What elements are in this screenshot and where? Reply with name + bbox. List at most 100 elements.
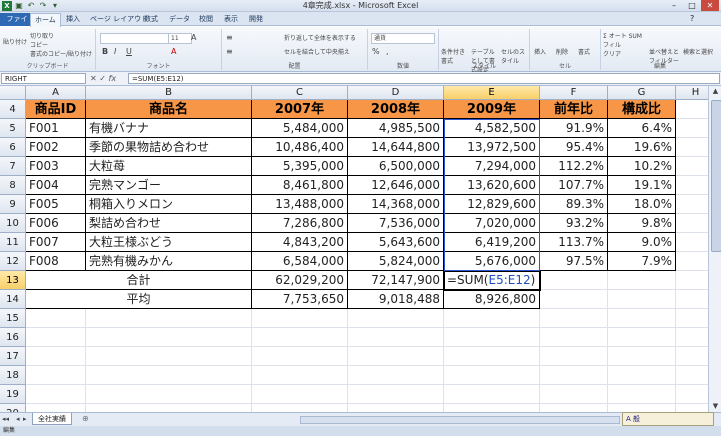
cell[interactable] xyxy=(676,309,708,328)
table-cell[interactable]: 季節の果物詰め合わせ xyxy=(86,138,252,157)
cell[interactable] xyxy=(676,119,708,138)
row-header-8[interactable]: 8 xyxy=(0,176,26,195)
column-header-a[interactable]: A xyxy=(26,86,86,100)
cell[interactable] xyxy=(444,347,540,366)
tab-insert[interactable]: 挿入 xyxy=(62,13,84,26)
paste-button[interactable]: 貼り付け xyxy=(3,37,27,46)
cell[interactable] xyxy=(444,309,540,328)
table-cell[interactable]: 10,486,400 xyxy=(252,138,348,157)
total-2009-editing[interactable]: =SUM(E5:E12) xyxy=(444,271,540,290)
cell[interactable] xyxy=(86,347,252,366)
worksheet-grid[interactable]: ABCDEFGH456789101112131415161718192021商品… xyxy=(0,86,708,412)
cell[interactable] xyxy=(676,328,708,347)
total-2007[interactable]: 62,029,200 xyxy=(252,271,348,290)
cell[interactable] xyxy=(348,366,444,385)
row-header-12[interactable]: 12 xyxy=(0,252,26,271)
table-cell[interactable]: 7,020,000 xyxy=(444,214,540,233)
find-select-button[interactable]: 検索と選択 xyxy=(683,47,713,56)
horizontal-scrollbar[interactable] xyxy=(300,416,620,424)
column-header-b[interactable]: B xyxy=(86,86,252,100)
underline-button[interactable]: U xyxy=(126,47,132,56)
row-header-19[interactable]: 19 xyxy=(0,385,26,404)
table-cell[interactable]: 5,643,600 xyxy=(348,233,444,252)
cell[interactable] xyxy=(608,385,676,404)
cell[interactable] xyxy=(676,385,708,404)
close-icon[interactable]: ✕ xyxy=(701,0,719,11)
name-box[interactable]: RIGHT xyxy=(1,73,86,84)
table-cell[interactable]: 4,843,200 xyxy=(252,233,348,252)
cell[interactable] xyxy=(676,252,708,271)
grow-font-icon[interactable]: A xyxy=(191,33,196,42)
table-cell[interactable]: 5,824,000 xyxy=(348,252,444,271)
table-cell[interactable]: 7,294,000 xyxy=(444,157,540,176)
cell[interactable] xyxy=(26,385,86,404)
column-header-d[interactable]: D xyxy=(348,86,444,100)
cell[interactable] xyxy=(608,328,676,347)
vertical-scrollbar[interactable]: ▲ ▼ xyxy=(708,86,721,412)
cancel-icon[interactable]: ✕ xyxy=(90,74,97,83)
cell[interactable] xyxy=(676,290,708,309)
cell[interactable] xyxy=(444,328,540,347)
table-cell[interactable]: F003 xyxy=(26,157,86,176)
table-header-cell[interactable]: 構成比 xyxy=(608,100,676,119)
tab-review[interactable]: 校閲 xyxy=(195,13,217,26)
table-cell[interactable]: F005 xyxy=(26,195,86,214)
merge-center-button[interactable]: セルを結合して中央揃え xyxy=(284,47,350,56)
cell[interactable] xyxy=(26,328,86,347)
cell[interactable] xyxy=(86,385,252,404)
table-cell[interactable]: 19.6% xyxy=(608,138,676,157)
row-header-13[interactable]: 13 xyxy=(0,271,26,290)
table-cell[interactable]: F002 xyxy=(26,138,86,157)
cell[interactable] xyxy=(676,347,708,366)
table-cell[interactable]: 95.4% xyxy=(540,138,608,157)
table-cell[interactable]: 4,985,500 xyxy=(348,119,444,138)
cell[interactable] xyxy=(608,404,676,412)
row-header-16[interactable]: 16 xyxy=(0,328,26,347)
scroll-down-icon[interactable]: ▼ xyxy=(709,401,721,412)
average-2009[interactable]: 8,926,800 xyxy=(444,290,540,309)
average-label[interactable]: 平均 xyxy=(26,290,252,309)
table-cell[interactable]: 113.7% xyxy=(540,233,608,252)
autosum-button[interactable]: Σ オート SUM xyxy=(603,31,642,40)
sheet-tab[interactable]: 全社実績 xyxy=(32,413,72,425)
align-left-icon[interactable]: ≡ xyxy=(226,47,233,56)
format-painter-button[interactable]: 書式のコピー/貼り付け xyxy=(30,49,92,58)
tab-developer[interactable]: 開発 xyxy=(245,13,267,26)
prev-sheet-icon[interactable]: ◂ xyxy=(16,415,20,423)
table-cell[interactable]: 18.0% xyxy=(608,195,676,214)
row-header-20[interactable]: 20 xyxy=(0,404,26,412)
row-header-18[interactable]: 18 xyxy=(0,366,26,385)
cut-button[interactable]: 切り取り xyxy=(30,31,54,40)
ime-toolbar[interactable]: A 般 xyxy=(622,412,714,426)
clear-button[interactable]: クリア xyxy=(603,49,621,58)
table-cell[interactable]: F008 xyxy=(26,252,86,271)
row-header-14[interactable]: 14 xyxy=(0,290,26,309)
tab-view[interactable]: 表示 xyxy=(220,13,242,26)
cell[interactable] xyxy=(676,195,708,214)
cell[interactable] xyxy=(252,404,348,412)
minimize-icon[interactable]: – xyxy=(665,0,683,11)
average-2008[interactable]: 9,018,488 xyxy=(348,290,444,309)
cell[interactable] xyxy=(348,385,444,404)
total-2008[interactable]: 72,147,900 xyxy=(348,271,444,290)
help-icon[interactable]: ? xyxy=(690,14,694,23)
cell[interactable] xyxy=(608,366,676,385)
table-cell[interactable]: F006 xyxy=(26,214,86,233)
table-cell[interactable]: 6,500,000 xyxy=(348,157,444,176)
table-cell[interactable]: 9.8% xyxy=(608,214,676,233)
cell[interactable] xyxy=(444,404,540,412)
table-cell[interactable]: 91.9% xyxy=(540,119,608,138)
cell[interactable] xyxy=(444,366,540,385)
table-cell[interactable]: 桐箱入りメロン xyxy=(86,195,252,214)
number-format-box[interactable]: 通貨 xyxy=(371,33,435,44)
table-cell[interactable]: 19.1% xyxy=(608,176,676,195)
row-header-11[interactable]: 11 xyxy=(0,233,26,252)
wrap-text-button[interactable]: 折り返して全体を表示する xyxy=(284,33,356,42)
table-cell[interactable]: 9.0% xyxy=(608,233,676,252)
table-cell[interactable]: 6,584,000 xyxy=(252,252,348,271)
table-cell[interactable]: 8,461,800 xyxy=(252,176,348,195)
column-header-g[interactable]: G xyxy=(608,86,676,100)
table-header-cell[interactable]: 商品名 xyxy=(86,100,252,119)
table-cell[interactable]: 大粒王様ぶどう xyxy=(86,233,252,252)
table-cell[interactable]: 5,395,000 xyxy=(252,157,348,176)
